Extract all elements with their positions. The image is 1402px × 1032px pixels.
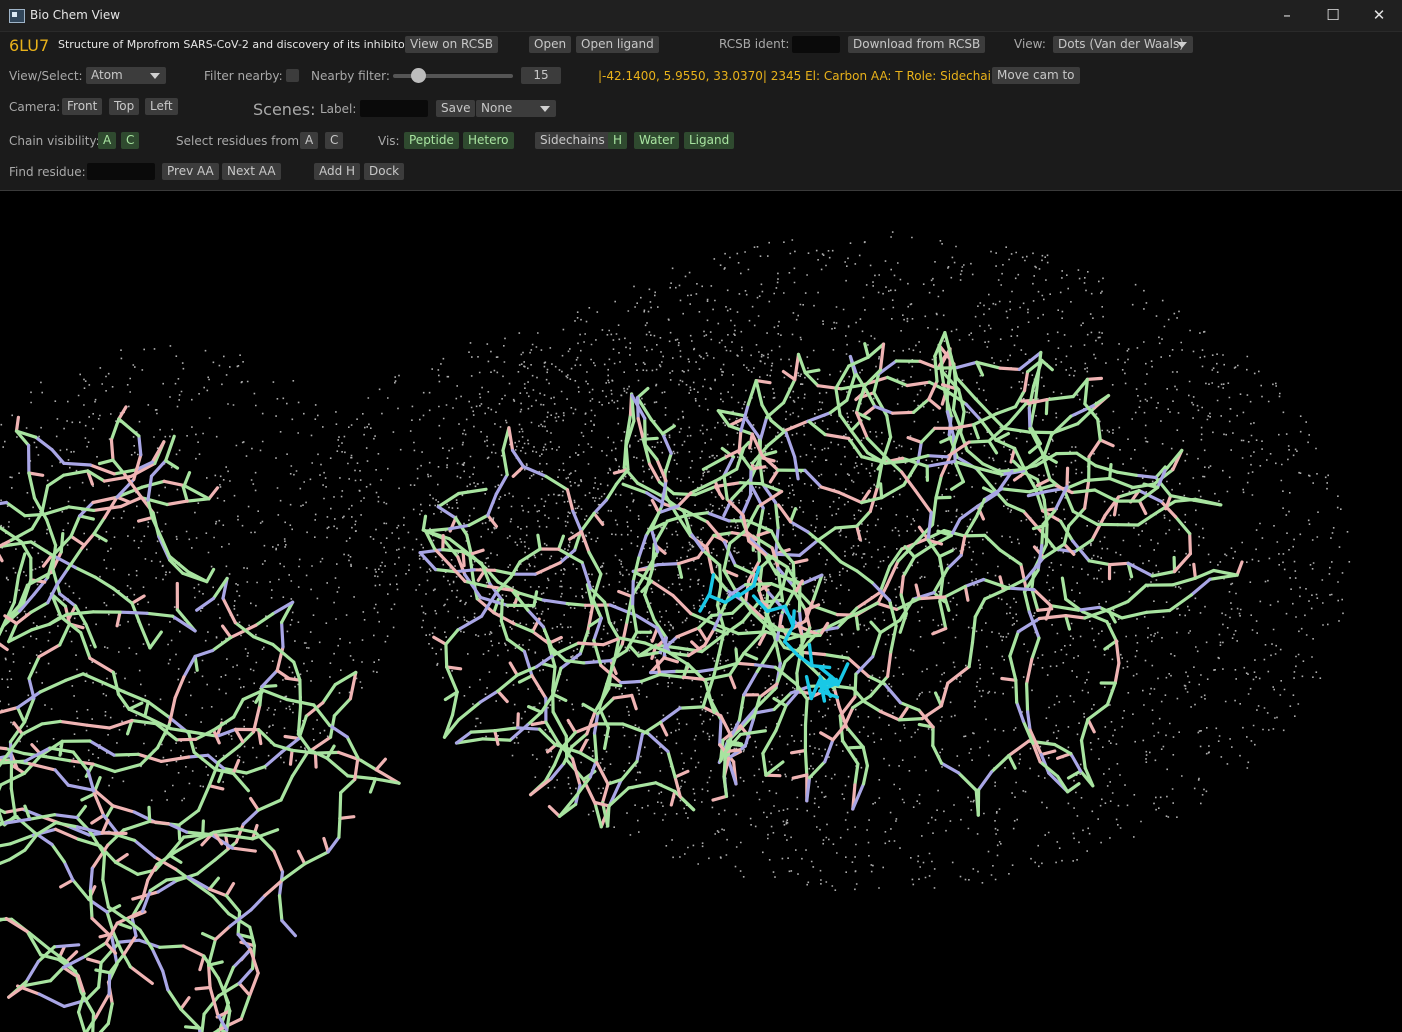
- vis-sidechains-toggle[interactable]: Sidechains: [535, 132, 610, 149]
- camera-label: Camera:: [9, 100, 61, 114]
- scene-select[interactable]: None: [476, 100, 556, 117]
- add-h-button[interactable]: Add H: [314, 163, 361, 180]
- close-icon[interactable]: ✕: [1356, 0, 1402, 31]
- chevron-down-icon: [1177, 42, 1187, 48]
- select-chain-a-button[interactable]: A: [300, 132, 319, 149]
- view-select-label: View/Select:: [9, 69, 83, 83]
- chevron-down-icon: [540, 106, 550, 112]
- title-bar: Bio Chem View – ☐ ✕: [0, 0, 1402, 32]
- molecule-viewport[interactable]: [0, 191, 1402, 1032]
- filter-nearby-checkbox[interactable]: [286, 69, 299, 82]
- vis-label: Vis:: [378, 134, 400, 148]
- window-title: Bio Chem View: [30, 8, 121, 22]
- filter-nearby-label: Filter nearby:: [204, 69, 283, 83]
- chain-c-toggle[interactable]: C: [121, 132, 140, 149]
- camera-front-button[interactable]: Front: [62, 98, 103, 115]
- view-label: View:: [1014, 37, 1046, 51]
- download-rcsb-button[interactable]: Download from RCSB: [848, 36, 986, 53]
- backbone-bonds: [0, 331, 1244, 1032]
- nearby-filter-value[interactable]: 15: [521, 67, 561, 84]
- view-mode-value: Dots (Van der Waals): [1058, 37, 1184, 51]
- maximize-icon[interactable]: ☐: [1310, 0, 1356, 31]
- slider-handle[interactable]: [411, 68, 426, 83]
- next-aa-button[interactable]: Next AA: [222, 163, 281, 180]
- chain-a-toggle[interactable]: A: [98, 132, 117, 149]
- scene-select-value: None: [481, 101, 513, 115]
- molecule-ident: 6LU7: [9, 36, 50, 55]
- select-chain-c-button[interactable]: C: [325, 132, 344, 149]
- scenes-label: Scenes:: [253, 100, 316, 119]
- molecule-render: [0, 231, 1351, 1032]
- view-select-value: Atom: [91, 68, 123, 82]
- camera-top-button[interactable]: Top: [109, 98, 140, 115]
- scene-save-button[interactable]: Save: [436, 100, 476, 117]
- open-button[interactable]: Open: [529, 36, 572, 53]
- vis-water-toggle[interactable]: Water: [634, 132, 680, 149]
- vis-ligand-toggle[interactable]: Ligand: [684, 132, 735, 149]
- open-ligand-button[interactable]: Open ligand: [576, 36, 659, 53]
- scene-label-input[interactable]: [360, 100, 428, 117]
- chevron-down-icon: [150, 73, 160, 79]
- control-panel: 6LU7 Structure of Mprofrom SARS-CoV-2 an…: [0, 32, 1402, 191]
- molecule-title: Structure of Mprofrom SARS-CoV-2 and dis…: [58, 38, 419, 51]
- vis-hetero-toggle[interactable]: Hetero: [463, 132, 514, 149]
- minimize-icon[interactable]: –: [1264, 0, 1310, 31]
- find-residue-input[interactable]: [87, 163, 155, 180]
- rcsb-ident-label: RCSB ident:: [719, 37, 790, 51]
- scene-label-label: Label:: [320, 102, 357, 116]
- find-residue-label: Find residue:: [9, 165, 86, 179]
- view-on-rcsb-button[interactable]: View on RCSB: [405, 36, 499, 53]
- prev-aa-button[interactable]: Prev AA: [162, 163, 219, 180]
- move-cam-button[interactable]: Move cam to: [992, 67, 1080, 84]
- nearby-filter-label: Nearby filter:: [311, 69, 390, 83]
- rcsb-ident-input[interactable]: [792, 36, 840, 53]
- view-select-dropdown[interactable]: Atom: [86, 67, 166, 84]
- chain-visibility-label: Chain visibility:: [9, 134, 100, 148]
- vis-h-toggle[interactable]: H: [608, 132, 628, 149]
- select-residues-label: Select residues from:: [176, 134, 304, 148]
- selected-atom-info: |-42.1400, 5.9550, 33.0370| 2345 El: Car…: [598, 69, 999, 83]
- dock-button[interactable]: Dock: [364, 163, 405, 180]
- vis-peptide-toggle[interactable]: Peptide: [404, 132, 459, 149]
- view-mode-select[interactable]: Dots (Van der Waals): [1053, 36, 1193, 53]
- camera-left-button[interactable]: Left: [145, 98, 178, 115]
- app-icon: [9, 9, 25, 23]
